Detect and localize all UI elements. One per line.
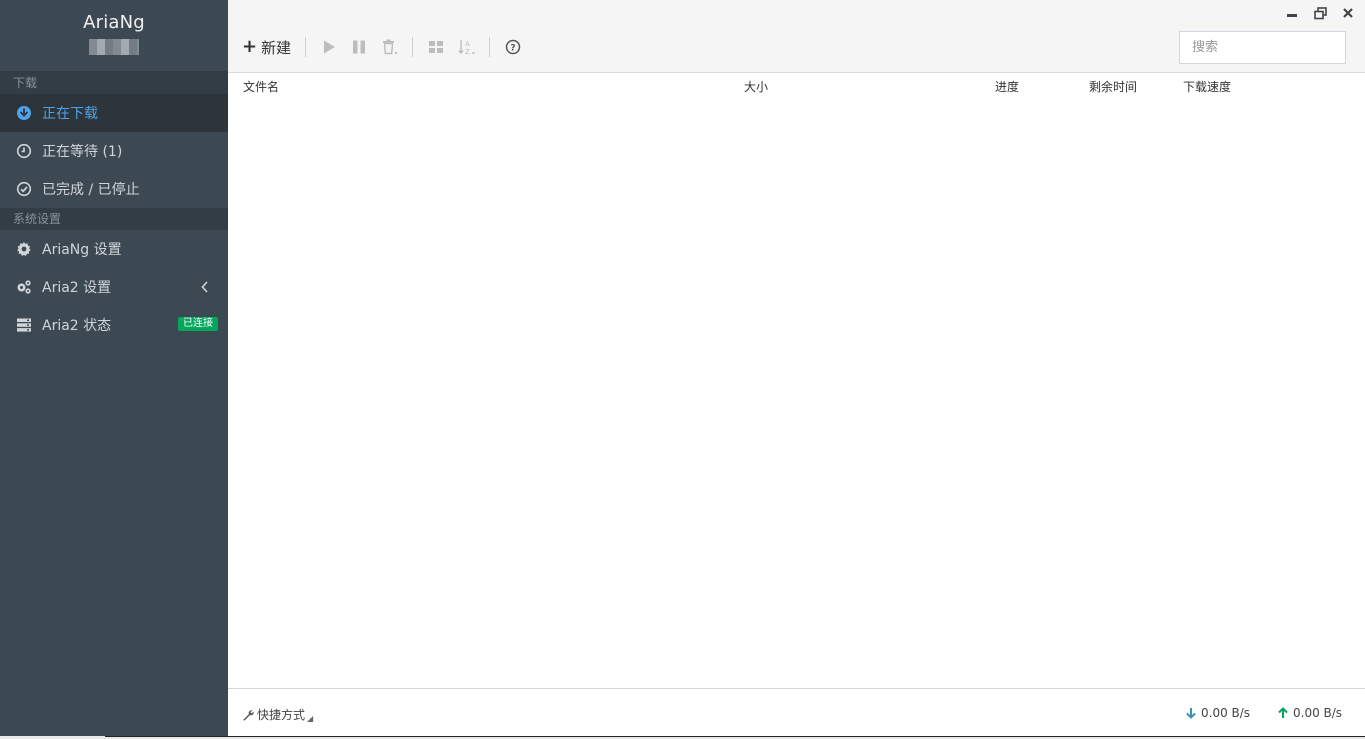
delete-button[interactable] bbox=[374, 33, 404, 61]
toolbar-divider bbox=[412, 37, 414, 57]
toolbar-divider bbox=[305, 37, 307, 57]
close-icon bbox=[1343, 8, 1353, 18]
sidebar-item-label: 正在下载 bbox=[42, 106, 98, 122]
check-circle-icon bbox=[15, 180, 33, 198]
brand-title: AriaNg bbox=[83, 12, 145, 33]
window-bottom-line bbox=[105, 736, 1365, 737]
search-input[interactable] bbox=[1180, 32, 1362, 63]
column-header-speed[interactable]: 下载速度 bbox=[1183, 78, 1231, 95]
pause-button[interactable] bbox=[344, 33, 374, 61]
sidebar-item-label: 正在等待 (1) bbox=[42, 144, 123, 160]
sidebar-item-ariang-settings[interactable]: AriaNg 设置 bbox=[0, 230, 228, 268]
minimize-button[interactable] bbox=[1283, 4, 1301, 22]
column-header-progress[interactable]: 进度 bbox=[995, 78, 1019, 95]
minimize-icon bbox=[1287, 14, 1297, 17]
wrench-icon bbox=[243, 709, 254, 721]
sidebar-item-label: Aria2 设置 bbox=[42, 280, 112, 296]
global-download-speed: 0.00 B/s bbox=[1185, 706, 1250, 720]
sort-alpha-icon: AZ bbox=[458, 40, 475, 56]
help-circle-icon: ? bbox=[505, 39, 521, 55]
toolbar-divider bbox=[489, 37, 491, 57]
server-icon bbox=[15, 316, 33, 334]
new-task-label: 新建 bbox=[261, 38, 292, 57]
search-box bbox=[1179, 31, 1362, 64]
task-list bbox=[228, 95, 1365, 688]
section-header-download: 下载 bbox=[0, 72, 228, 94]
display-mode-button[interactable] bbox=[421, 33, 451, 61]
arrow-down-icon bbox=[1186, 708, 1196, 719]
column-header-filename[interactable]: 文件名 bbox=[243, 78, 279, 95]
clock-icon bbox=[15, 142, 33, 160]
sidebar-item-waiting[interactable]: 正在等待 (1) bbox=[0, 132, 228, 170]
window-controls bbox=[1283, 4, 1357, 22]
sidebar-item-aria2-settings[interactable]: Aria2 设置 bbox=[0, 268, 228, 306]
gears-icon bbox=[15, 278, 33, 296]
download-circle-icon bbox=[15, 104, 33, 122]
chevron-left-icon[interactable] bbox=[200, 280, 210, 294]
sidebar: AriaNg 下载 正在下载 正在等待 (1) 已完成 / 已停止 系统设置 A… bbox=[0, 0, 228, 739]
sidebar-item-aria2-status[interactable]: Aria2 状态 已连接 bbox=[0, 306, 228, 344]
sidebar-item-label: 已完成 / 已停止 bbox=[42, 182, 140, 198]
plus-icon: + bbox=[242, 36, 258, 57]
restore-button[interactable] bbox=[1311, 4, 1329, 22]
pause-icon bbox=[353, 40, 366, 54]
caret-icon: ◢ bbox=[307, 714, 314, 723]
svg-text:?: ? bbox=[510, 43, 515, 53]
play-icon bbox=[324, 40, 336, 54]
sort-button[interactable]: AZ bbox=[451, 33, 481, 61]
shortcut-button[interactable]: 快捷方式 ◢ bbox=[242, 706, 313, 723]
task-table-header: 文件名 大小 进度 剩余时间 下载速度 bbox=[228, 73, 1365, 95]
brand-version-redacted bbox=[89, 39, 139, 55]
trash-icon bbox=[383, 39, 398, 55]
status-badge: 已连接 bbox=[178, 317, 218, 331]
close-button[interactable] bbox=[1339, 4, 1357, 22]
help-button[interactable]: ? bbox=[498, 33, 528, 61]
arrow-up-icon bbox=[1278, 707, 1288, 718]
grid-icon bbox=[429, 41, 444, 53]
sidebar-item-label: AriaNg 设置 bbox=[42, 242, 122, 258]
download-speed-value: 0.00 B/s bbox=[1201, 706, 1251, 720]
topbar: + 新建 AZ ? bbox=[228, 0, 1365, 73]
section-header-settings: 系统设置 bbox=[0, 208, 228, 230]
footer: 快捷方式 ◢ 0.00 B/s 0.00 B/s bbox=[228, 688, 1365, 736]
upload-speed-value: 0.00 B/s bbox=[1293, 706, 1343, 720]
sidebar-item-downloading[interactable]: 正在下载 bbox=[0, 94, 228, 132]
sidebar-item-stopped[interactable]: 已完成 / 已停止 bbox=[0, 170, 228, 208]
column-header-size[interactable]: 大小 bbox=[744, 78, 768, 95]
toolbar: + 新建 AZ ? bbox=[240, 33, 528, 61]
svg-text:Z: Z bbox=[465, 48, 470, 56]
start-button[interactable] bbox=[314, 33, 344, 61]
column-header-remaining[interactable]: 剩余时间 bbox=[1089, 78, 1137, 95]
new-task-button[interactable]: + 新建 bbox=[240, 33, 297, 61]
sidebar-item-label: Aria2 状态 bbox=[42, 318, 112, 334]
svg-text:A: A bbox=[465, 40, 470, 48]
restore-icon bbox=[1313, 6, 1327, 19]
shortcut-label: 快捷方式 bbox=[257, 708, 306, 722]
gear-icon bbox=[15, 240, 33, 258]
global-upload-speed: 0.00 B/s bbox=[1277, 706, 1342, 720]
brand: AriaNg bbox=[0, 0, 228, 72]
